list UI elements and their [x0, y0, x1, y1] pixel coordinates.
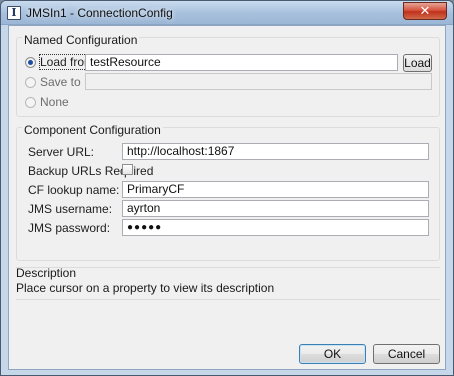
load-from-input[interactable]: testResource	[85, 54, 398, 71]
none-label: None	[40, 95, 69, 109]
jms-password-label: JMS password:	[28, 221, 111, 235]
jms-password-input[interactable]: ●●●●●	[122, 219, 429, 236]
description-separator	[16, 267, 440, 268]
backup-urls-checkbox[interactable]	[122, 164, 133, 175]
save-to-radio[interactable]: Save to	[25, 75, 81, 89]
close-button[interactable]: ✕	[403, 2, 447, 20]
cancel-button[interactable]: Cancel	[373, 344, 440, 364]
close-icon: ✕	[419, 3, 431, 19]
component-configuration-group: Component Configuration Server URL: http…	[16, 123, 440, 261]
ok-button[interactable]: OK	[299, 344, 366, 364]
load-from-radio-button[interactable]	[25, 56, 36, 68]
dialog-client-area: Named Configuration Load from testResour…	[8, 25, 446, 370]
jms-username-input[interactable]: ayrton	[122, 200, 429, 217]
backup-urls-label: Backup URLs Required	[28, 164, 154, 178]
window-title: JMSIn1 - ConnectionConfig	[26, 5, 173, 20]
title-bar[interactable]: I JMSIn1 - ConnectionConfig ✕	[1, 1, 453, 25]
server-url-label: Server URL:	[28, 145, 95, 159]
component-configuration-title: Component Configuration	[22, 123, 163, 137]
jms-username-label: JMS username:	[28, 202, 113, 216]
load-from-radio[interactable]: Load from	[25, 54, 96, 70]
save-to-label: Save to	[40, 75, 81, 89]
description-bottom-separator	[16, 299, 440, 300]
cf-lookup-input[interactable]: PrimaryCF	[122, 181, 429, 198]
named-configuration-group: Named Configuration Load from testResour…	[16, 33, 440, 117]
save-to-radio-button[interactable]	[25, 76, 36, 88]
none-radio[interactable]: None	[25, 95, 69, 109]
named-configuration-title: Named Configuration	[22, 33, 140, 47]
save-to-input[interactable]	[85, 73, 432, 90]
app-icon: I	[7, 5, 21, 20]
load-button[interactable]: Load	[403, 54, 432, 72]
dialog-window: I JMSIn1 - ConnectionConfig ✕ Named Conf…	[0, 0, 454, 376]
none-radio-button[interactable]	[25, 96, 36, 108]
cf-lookup-label: CF lookup name:	[28, 183, 120, 197]
server-url-input[interactable]: http://localhost:1867	[122, 143, 429, 160]
description-title: Description	[16, 266, 77, 280]
description-text: Place cursor on a property to view its d…	[16, 281, 275, 295]
